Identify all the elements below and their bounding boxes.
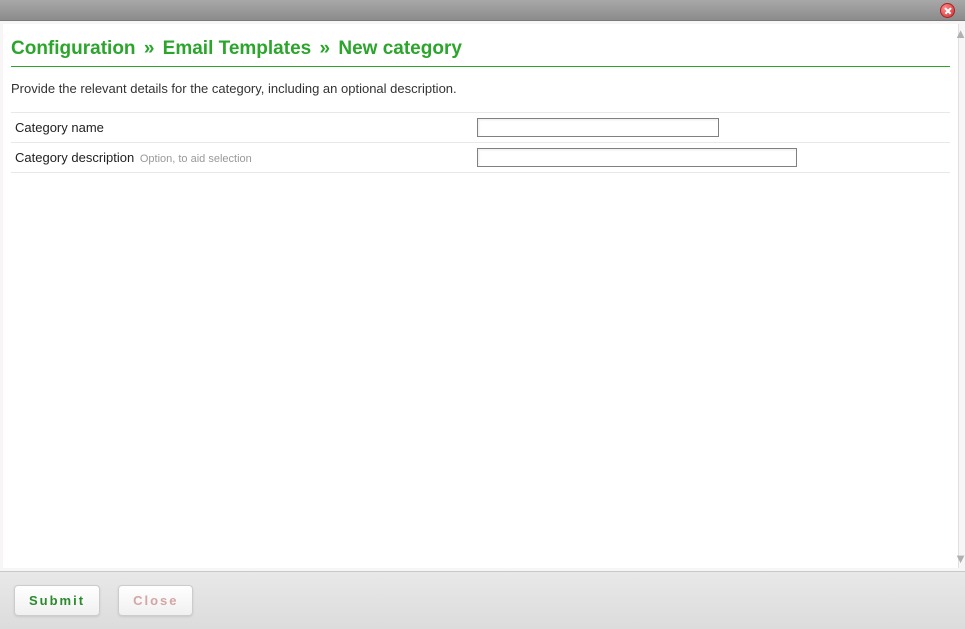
breadcrumb: Configuration » Email Templates » New ca… (11, 38, 950, 67)
scroll-up-icon[interactable]: ▲ (954, 27, 965, 40)
breadcrumb-part-email-templates[interactable]: Email Templates (163, 38, 312, 59)
breadcrumb-separator: » (141, 38, 158, 59)
close-button[interactable]: Close (118, 585, 193, 616)
content-wrap: Configuration » Email Templates » New ca… (0, 21, 965, 571)
close-icon[interactable] (940, 3, 955, 18)
instruction-text: Provide the relevant details for the cat… (11, 81, 950, 96)
breadcrumb-part-new-category: New category (338, 38, 462, 59)
category-description-input[interactable] (477, 148, 797, 167)
category-name-label: Category name (15, 120, 477, 135)
breadcrumb-part-configuration[interactable]: Configuration (11, 38, 136, 59)
content-panel: Configuration » Email Templates » New ca… (3, 24, 959, 568)
category-name-input[interactable] (477, 118, 719, 137)
footer-bar: Submit Close (0, 571, 965, 629)
category-description-label: Category description (15, 150, 134, 165)
form-row-category-description: Category description Option, to aid sele… (11, 143, 950, 173)
submit-button[interactable]: Submit (14, 585, 100, 616)
scroll-down-icon[interactable]: ▼ (954, 552, 965, 565)
category-description-hint: Option, to aid selection (140, 153, 252, 165)
breadcrumb-separator: » (317, 38, 334, 59)
form-row-category-name: Category name (11, 112, 950, 143)
title-bar (0, 0, 965, 21)
